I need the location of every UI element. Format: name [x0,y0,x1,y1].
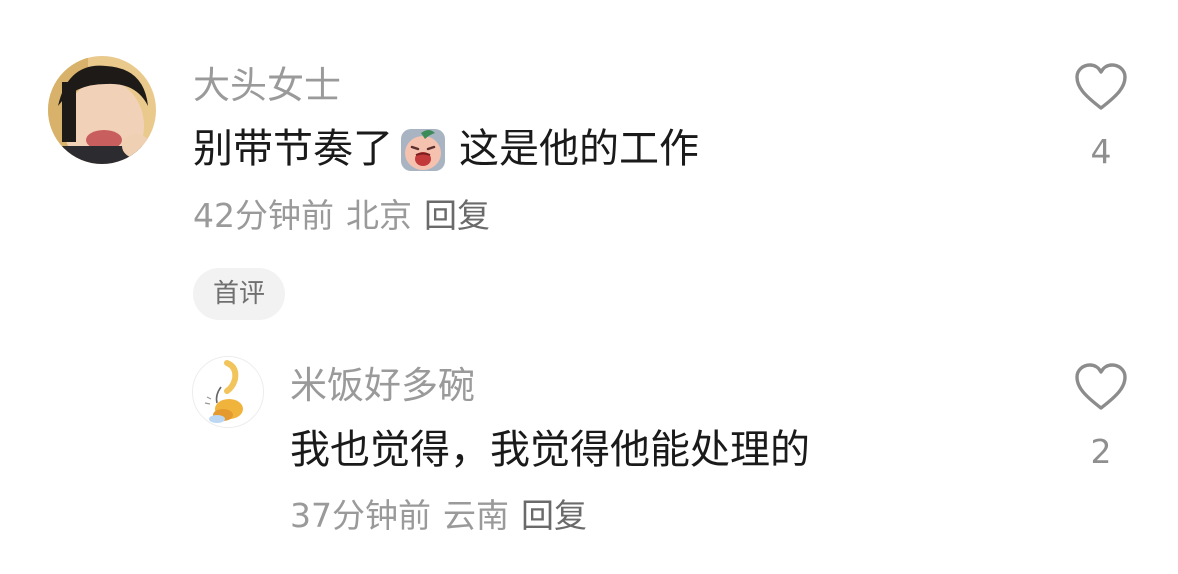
avatar-comment-1[interactable] [48,56,156,164]
heart-outline-icon [1075,363,1127,410]
comment-2-time: 37分钟前 [290,496,431,535]
comment-1-username[interactable]: 大头女士 [193,64,341,108]
heart-outline-icon [1075,63,1127,110]
comment-2-location: 云南 [443,496,509,535]
comment-2-reply-button[interactable]: 回复 [521,496,587,535]
comment-2-text: 我也觉得，我觉得他能处理的 [290,427,810,473]
comment-1-meta: 42分钟前 北京 回复 [193,196,502,236]
comment-1-text-part-2: 这是他的工作 [459,126,699,172]
comment-2-meta: 37分钟前 云南 回复 [290,496,599,536]
comment-2-like-button[interactable] [1074,362,1128,412]
comment-1-text-part-1: 别带节奏了 [193,126,393,172]
avatar-comment-2[interactable] [192,356,264,428]
crying-face-sticker-icon [399,125,447,173]
comment-1-time: 42分钟前 [193,196,334,235]
comment-1-like-count: 4 [1090,132,1112,171]
comment-1-like-button[interactable] [1074,62,1128,112]
first-comment-badge: 首评 [193,268,286,320]
comment-1-text: 别带节奏了 这是他的工作 [193,124,699,174]
comment-1-location: 北京 [346,196,412,235]
comment-1-reply-button[interactable]: 回复 [424,196,490,235]
comment-2-username[interactable]: 米饭好多碗 [290,364,475,408]
comment-2-like-count: 2 [1090,432,1112,471]
